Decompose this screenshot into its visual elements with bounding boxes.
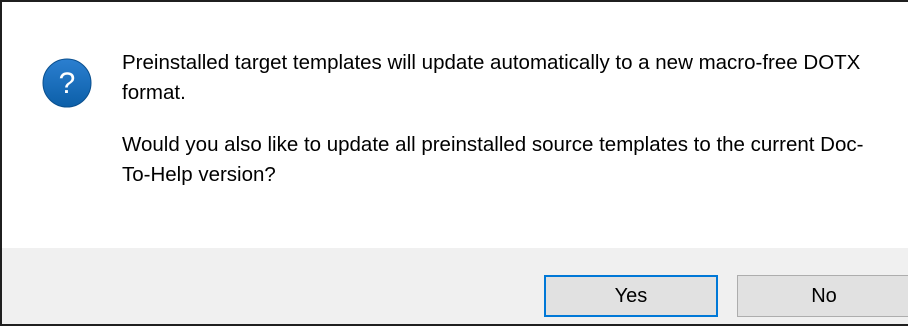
- message-dialog: ? Preinstalled target templates will upd…: [0, 0, 908, 326]
- dialog-button-bar: Yes No: [2, 248, 908, 324]
- message-paragraph-1: Preinstalled target templates will updat…: [122, 51, 861, 104]
- message-paragraph-2: Would you also like to update all preins…: [122, 133, 864, 186]
- yes-button[interactable]: Yes: [544, 275, 718, 317]
- dialog-message: Preinstalled target templates will updat…: [122, 48, 882, 212]
- question-icon-glyph: ?: [59, 67, 76, 100]
- no-button[interactable]: No: [737, 275, 908, 317]
- question-icon: ?: [42, 58, 92, 108]
- dialog-content: ? Preinstalled target templates will upd…: [2, 2, 908, 248]
